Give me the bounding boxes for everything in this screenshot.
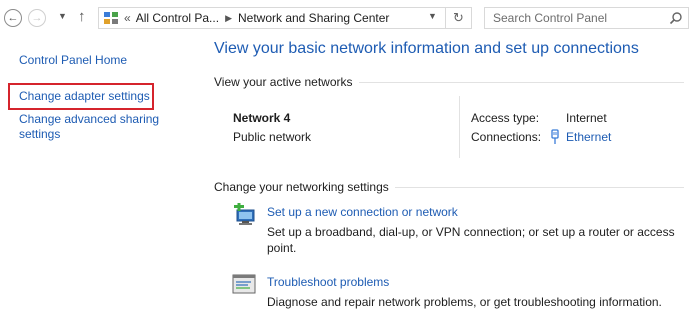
breadcrumb[interactable]: « All Control Pa... ▶ Network and Sharin… — [98, 7, 446, 29]
access-type-label: Access type: — [471, 111, 540, 125]
page-title: View your basic network information and … — [214, 40, 639, 57]
advanced-sharing-line1: Change advanced sharing — [19, 112, 160, 126]
setup-desc-line1: Set up a broadband, dial-up, or VPN conn… — [267, 225, 675, 239]
change-advanced-sharing-link[interactable]: Change advanced sharing settings — [19, 112, 189, 142]
address-dropdown-button[interactable]: ▼ — [428, 11, 437, 21]
control-panel-home-link[interactable]: Control Panel Home — [19, 53, 127, 68]
chevron-right-icon: ▶ — [225, 12, 232, 23]
new-connection-icon — [234, 203, 255, 225]
troubleshoot-link[interactable]: Troubleshoot problems — [267, 275, 389, 289]
divider-vertical — [459, 96, 460, 158]
arrow-up-icon: ↑ — [78, 8, 86, 25]
breadcrumb-overflow[interactable]: « — [124, 11, 131, 25]
breadcrumb-network-sharing[interactable]: Network and Sharing Center — [238, 11, 389, 25]
access-type-value: Internet — [566, 111, 607, 125]
back-button[interactable]: ← — [4, 9, 22, 27]
ethernet-icon — [551, 129, 559, 144]
troubleshoot-description: Diagnose and repair network problems, or… — [267, 295, 662, 309]
setup-connection-description: Set up a broadband, dial-up, or VPN conn… — [267, 224, 687, 256]
search-input[interactable] — [485, 8, 679, 28]
setup-desc-line2: point. — [267, 241, 297, 255]
control-panel-icon — [104, 12, 118, 24]
recent-pages-button[interactable]: ▼ — [58, 11, 67, 21]
connections-label: Connections: — [471, 130, 542, 144]
chevron-down-icon: ▼ — [428, 11, 437, 21]
troubleshoot-icon — [232, 274, 256, 294]
search-box[interactable] — [484, 7, 689, 29]
setup-connection-link[interactable]: Set up a new connection or network — [267, 205, 458, 219]
refresh-icon: ↻ — [453, 10, 464, 25]
forward-button[interactable]: → — [28, 9, 46, 27]
change-adapter-settings-link[interactable]: Change adapter settings — [19, 89, 150, 104]
change-settings-label: Change your networking settings — [214, 180, 395, 194]
advanced-sharing-line2: settings — [19, 127, 61, 141]
arrow-left-icon: ← — [7, 12, 19, 24]
breadcrumb-all-control-panel[interactable]: All Control Pa... — [136, 11, 219, 25]
up-button[interactable]: ↑ — [78, 8, 86, 25]
arrow-right-icon: → — [31, 12, 43, 24]
search-icon[interactable] — [669, 11, 683, 25]
ethernet-link[interactable]: Ethernet — [566, 130, 611, 144]
active-networks-label: View your active networks — [214, 75, 359, 89]
refresh-button[interactable]: ↻ — [446, 7, 472, 29]
chevron-down-icon: ▼ — [58, 11, 67, 21]
network-name: Network 4 — [233, 111, 291, 125]
network-type: Public network — [233, 130, 312, 144]
